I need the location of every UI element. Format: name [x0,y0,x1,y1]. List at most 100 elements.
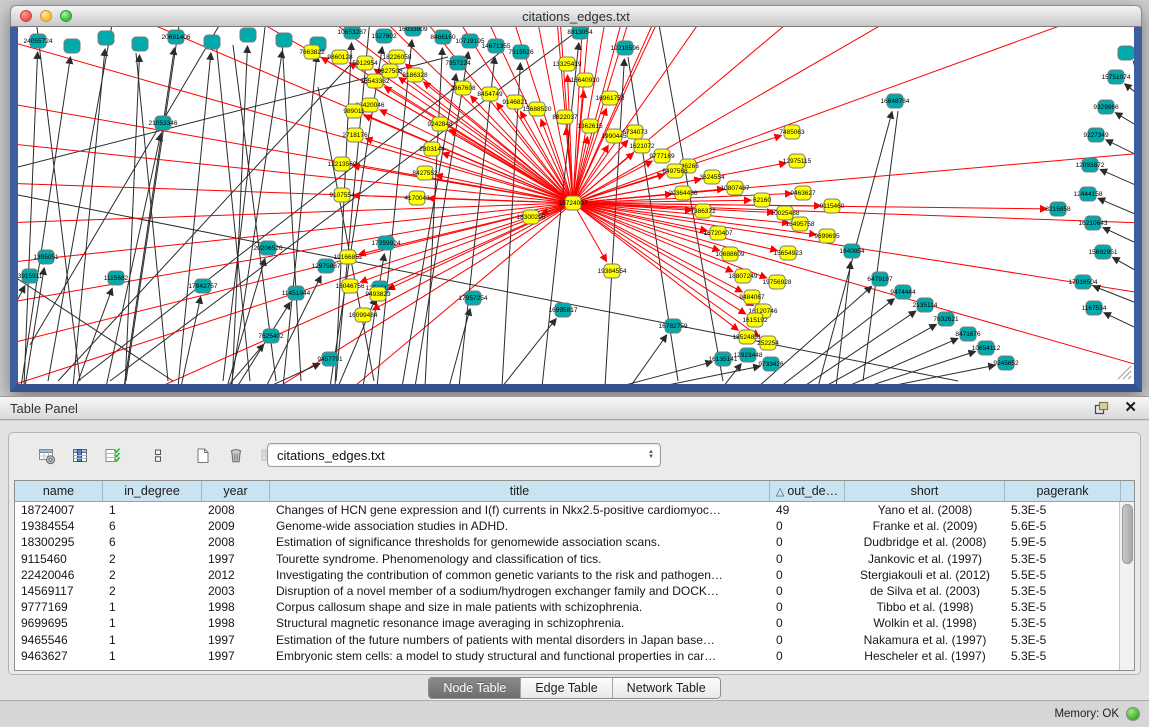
cell-year: 1998 [202,615,270,631]
cell-year: 2009 [202,518,270,534]
svg-text:6479197: 6479197 [867,276,893,283]
cell-name: 9699695 [15,615,103,631]
table-row[interactable]: 2242004622012Investigating the contribut… [15,567,1119,583]
svg-text:2135114: 2135114 [913,302,938,309]
svg-text:6734073: 6734073 [622,129,648,136]
column-header-year[interactable]: year [202,481,270,501]
row-height-icon[interactable] [146,444,170,468]
table-selector-value: citations_edges.txt [268,448,642,463]
svg-text:1621072: 1621072 [629,143,655,150]
svg-text:252254: 252254 [757,340,779,347]
svg-text:7663822: 7663822 [299,49,325,56]
show-columns-icon[interactable] [68,444,92,468]
svg-text:21053346: 21053346 [149,120,178,127]
cell-pagerank: 5.3E-5 [1005,599,1119,615]
cell-in_degree: 2 [103,583,202,599]
memory-status-led[interactable] [1126,707,1140,721]
svg-text:1167534: 1167534 [1082,305,1107,312]
table-scrollbar[interactable] [1119,502,1134,670]
cell-out_de: 0 [770,583,845,599]
cell-short: de Silva et al. (2003) [845,583,1005,599]
cell-title: Estimation of significance thresholds fo… [270,534,770,550]
cell-title: Genome-wide association studies in ADHD. [270,518,770,534]
float-panel-icon[interactable] [1092,399,1110,417]
svg-text:1615192: 1615192 [742,317,768,324]
cell-name: 18300295 [15,534,103,550]
svg-text:9457791: 9457791 [317,356,343,363]
svg-text:16782759: 16782759 [659,323,688,330]
svg-text:16720407: 16720407 [704,230,733,237]
scrollbar-thumb[interactable] [1122,504,1133,564]
close-panel-icon[interactable]: ✕ [1124,399,1137,417]
dropdown-stepper-icon: ▲▼ [642,444,660,466]
cell-year: 2008 [202,534,270,550]
svg-text:3915911: 3915911 [18,273,43,280]
svg-text:9699695: 9699695 [814,233,840,240]
svg-text:24055724: 24055724 [24,38,53,45]
svg-text:18807249: 18807249 [729,273,758,280]
delete-table-icon[interactable] [224,444,248,468]
cell-in_degree: 1 [103,632,202,648]
svg-text:12213569: 12213569 [328,161,357,168]
table-mode-icon[interactable] [35,444,59,468]
svg-text:16210643: 16210643 [1079,220,1108,227]
svg-text:16648784: 16648784 [881,98,910,105]
column-header-name[interactable]: name [15,481,103,501]
cell-pagerank: 5.6E-5 [1005,518,1119,534]
svg-text:10654112: 10654112 [972,345,1001,352]
svg-text:13325419: 13325419 [553,61,582,68]
svg-text:16640910: 16640910 [571,77,600,84]
network-view-frame: 2405572420691406106532871527802160338098… [10,27,1142,392]
cell-title: Investigating the contribution of common… [270,567,770,583]
cell-year: 2008 [202,502,270,518]
create-column-icon[interactable] [101,444,125,468]
table-selector-dropdown[interactable]: citations_edges.txt ▲▼ [267,443,661,467]
svg-text:9860128: 9860128 [327,54,353,61]
svg-text:8813054: 8813054 [567,29,593,36]
tab-network-table[interactable]: Network Table [613,678,720,698]
cell-out_de: 0 [770,518,845,534]
network-canvas[interactable]: 2405572420691406106532871527802160338098… [18,27,1134,384]
column-header-in_degree[interactable]: in_degree [103,481,202,501]
column-header-pagerank[interactable]: pagerank [1005,481,1121,501]
citation-network-graph[interactable]: 2405572420691406106532871527802160338098… [18,27,1134,384]
column-header-title[interactable]: title [270,481,770,501]
table-row[interactable]: 1872400712008Changes of HCN gene express… [15,502,1119,518]
svg-text:9733426: 9733426 [758,361,784,368]
table-row[interactable]: 1456911722003Disruption of a novel membe… [15,583,1119,599]
cell-name: 22420046 [15,567,103,583]
table-body: 1872400712008Changes of HCN gene express… [15,502,1119,670]
table-row[interactable]: 946554611997Estimation of the future num… [15,632,1119,648]
svg-text:7857224: 7857224 [445,60,471,67]
tab-node-table[interactable]: Node Table [429,678,521,698]
svg-text:19384554: 19384554 [598,268,627,275]
svg-text:9827508: 9827508 [377,68,403,75]
table-row[interactable]: 946362711997Embryonic stem cells: a mode… [15,648,1119,664]
cell-out_de: 0 [770,615,845,631]
table-row[interactable]: 1938455462009Genome-wide association stu… [15,518,1119,534]
tab-edge-table[interactable]: Edge Table [521,678,612,698]
svg-text:12923448: 12923448 [734,352,763,359]
svg-text:9777169: 9777169 [649,153,675,160]
column-header-out_de[interactable]: △out_de… [770,481,845,501]
table-row[interactable]: 911546021997Tourette syndrome. Phenomeno… [15,551,1119,567]
svg-text:2367608: 2367608 [450,85,476,92]
column-header-short[interactable]: short [845,481,1005,501]
new-table-icon[interactable] [191,444,215,468]
svg-text:15751074: 15751074 [1102,74,1131,81]
cell-pagerank: 5.3E-5 [1005,632,1119,648]
svg-text:10719195: 10719195 [456,38,485,45]
cell-pagerank: 5.9E-5 [1005,534,1119,550]
svg-text:12975115: 12975115 [783,158,812,165]
svg-text:5912954: 5912954 [352,60,378,67]
cell-year: 1997 [202,648,270,664]
svg-text:62160: 62160 [753,197,771,204]
window-titlebar[interactable]: citations_edges.txt [10,5,1142,27]
table-panel-container: f(x) citations_edges.txt ▲▼ namein_degre… [8,432,1141,675]
svg-text:16495758: 16495758 [786,221,815,228]
table-row[interactable]: 1830029562008Estimation of significance … [15,534,1119,550]
table-row[interactable]: 977716911998Corpus callosum shape and si… [15,599,1119,615]
table-row[interactable]: 969969511998Structural magnetic resonanc… [15,615,1119,631]
svg-text:7386372: 7386372 [690,208,716,215]
cell-name: 9463627 [15,648,103,664]
